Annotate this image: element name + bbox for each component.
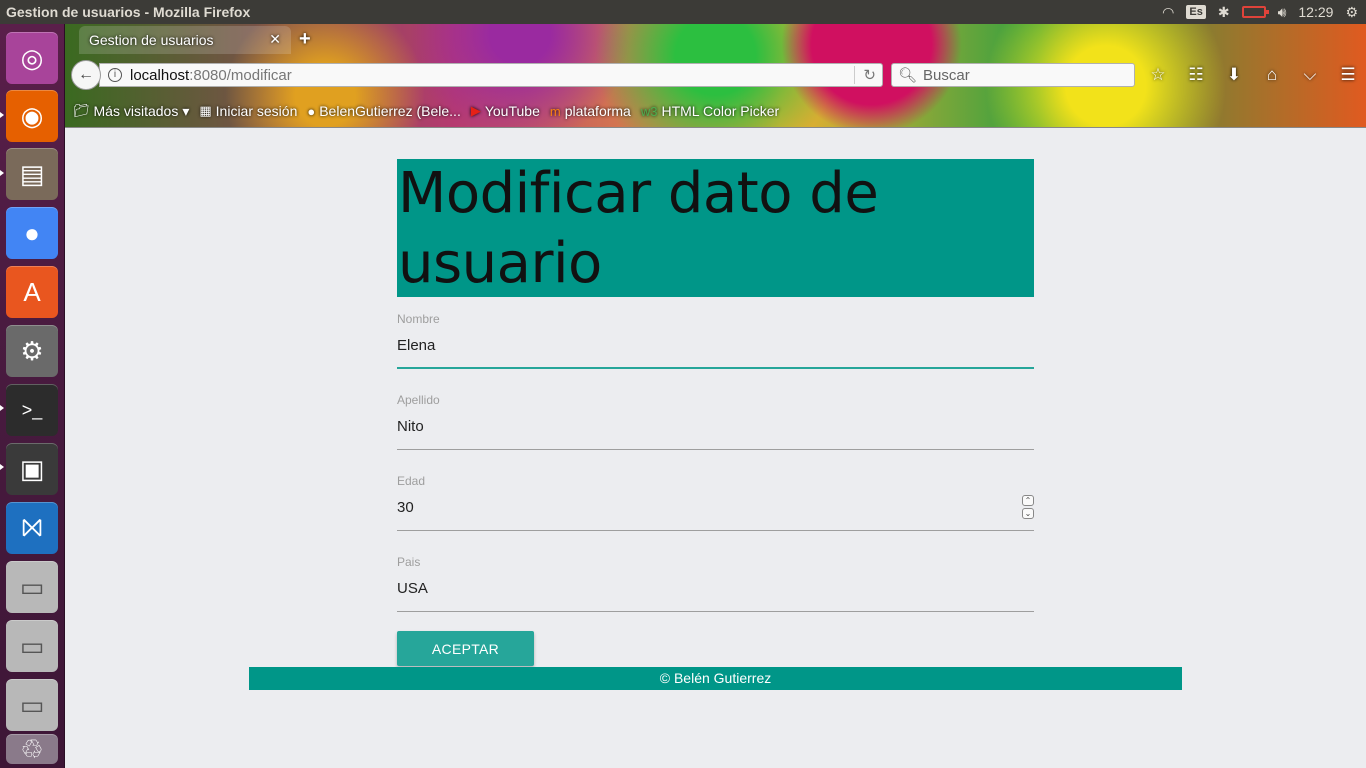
field-label: Nombre (397, 312, 440, 326)
safe-icon[interactable]: ▣ (6, 443, 58, 495)
ubuntu-dash-icon[interactable]: ◎ (6, 32, 58, 84)
tab-title: Gestion de usuarios (89, 32, 214, 48)
field-underline (397, 449, 1034, 450)
field-label: Edad (397, 474, 426, 488)
browser-toolbar: Gestion de usuarios ✕ + i localhost:8080… (65, 24, 1366, 128)
search-input[interactable]: 🔍︎ Buscar (891, 63, 1135, 87)
terminal-icon[interactable]: >_ (6, 384, 58, 436)
drive-icon[interactable]: ▭ (6, 679, 58, 731)
download-icon[interactable]: ⬇ (1223, 64, 1245, 86)
bookmarks-bar: 📁︎ Más visitados ▾ ▦ Iniciar sesión ● BelenG… (73, 100, 779, 122)
system-tray: ◠ Es ✱ 🔊︎ 12:29 ⚙ (1162, 4, 1366, 21)
footer: © Belén Gutierrez (249, 667, 1182, 690)
window-title: Gestion de usuarios - Mozilla Firefox (6, 4, 251, 20)
youtube-icon: ▶ (470, 103, 481, 118)
url-path: :8080/modificar (189, 66, 292, 84)
chevron-down-icon: ▾ (182, 102, 190, 119)
star-icon[interactable]: ☆ (1147, 64, 1169, 86)
info-icon[interactable]: i (108, 68, 122, 82)
field-value[interactable]: Elena (397, 337, 435, 354)
bookmark-plataforma[interactable]: m plataforma (550, 103, 631, 119)
pais-field[interactable]: Pais USA (397, 540, 1034, 621)
edad-field[interactable]: Edad 30 ⌃ ⌄ (397, 459, 1034, 540)
wifi-icon[interactable]: ◠ (1162, 4, 1174, 21)
number-stepper[interactable]: ⌃ ⌄ (1022, 495, 1034, 519)
volume-icon[interactable]: 🔊︎ (1278, 4, 1287, 21)
chevron-up-icon[interactable]: ⌃ (1022, 495, 1034, 506)
page-title: Modificar dato de usuario (397, 159, 1034, 297)
chevron-down-icon[interactable]: ⌄ (1022, 508, 1034, 519)
url-bar[interactable]: i localhost:8080/modificar ↻ (99, 63, 883, 87)
tab-active[interactable]: Gestion de usuarios ✕ (79, 26, 291, 54)
field-label: Pais (397, 555, 421, 569)
apellido-field[interactable]: Apellido Nito (397, 378, 1034, 459)
clock[interactable]: 12:29 (1298, 4, 1333, 20)
pocket-icon[interactable]: ⌵ (1299, 64, 1321, 86)
system-settings-icon[interactable]: ⚙ (6, 325, 58, 377)
drive-icon[interactable]: ▭ (6, 620, 58, 672)
form-container: Modificar dato de usuario Nombre Elena A… (397, 159, 1034, 621)
search-icon: 🔍︎ (898, 67, 918, 84)
battery-icon[interactable] (1241, 6, 1269, 18)
nombre-field[interactable]: Nombre Elena (397, 297, 1034, 378)
bluetooth-icon[interactable]: ✱ (1218, 4, 1230, 21)
reload-icon[interactable]: ↻ (854, 66, 876, 84)
microsoft-icon: ▦ (199, 103, 212, 118)
menu-icon[interactable]: ☰ (1337, 64, 1359, 86)
field-value[interactable]: Nito (397, 418, 424, 435)
bookmark-youtube[interactable]: ▶ YouTube (471, 103, 540, 119)
files-icon[interactable]: ▤ (6, 148, 58, 200)
drive-icon[interactable]: ▭ (6, 561, 58, 613)
url-host: localhost (130, 66, 190, 84)
gear-icon[interactable]: ⚙ (1345, 4, 1358, 21)
folder-icon: 📁︎ (73, 103, 90, 118)
trash-icon[interactable]: ♲ (6, 734, 58, 764)
chrome-icon[interactable]: ● (6, 207, 58, 259)
field-underline (397, 530, 1034, 531)
field-underline (397, 367, 1034, 369)
field-label: Apellido (397, 393, 440, 407)
bookmark-html-color-picker[interactable]: w3 HTML Color Picker (641, 103, 779, 119)
vscode-icon[interactable]: ⨝ (6, 502, 58, 554)
back-button[interactable]: ← (71, 60, 101, 90)
accept-button[interactable]: ACEPTAR (397, 631, 534, 666)
new-tab-button[interactable]: + (299, 28, 311, 51)
search-placeholder: Buscar (923, 66, 970, 84)
top-panel: Gestion de usuarios - Mozilla Firefox ◠ … (0, 0, 1366, 24)
launcher: ◎ ◉ ▤ ● A ⚙ >_ ▣ ⨝ ▭ ▭ ▭ ♲ (0, 24, 65, 768)
toolbar-icons: ☆ ☷ ⬇ ⌂ ⌵ ☰ (1147, 64, 1359, 86)
reading-list-icon[interactable]: ☷ (1185, 64, 1207, 86)
firefox-icon[interactable]: ◉ (6, 90, 58, 142)
back-arrow-icon: ← (78, 66, 94, 83)
w3-icon: w3 (640, 103, 658, 119)
moodle-icon: m (549, 103, 561, 119)
software-center-icon[interactable]: A (6, 266, 58, 318)
close-tab-icon[interactable]: ✕ (269, 31, 281, 48)
field-value[interactable]: 30 (397, 499, 414, 516)
keyboard-layout[interactable]: Es (1186, 5, 1206, 19)
bookmark-mas-visitados[interactable]: 📁︎ Más visitados ▾ (73, 103, 189, 120)
github-icon: ● (307, 103, 316, 119)
bookmark-iniciar-sesion[interactable]: ▦ Iniciar sesión (199, 103, 297, 119)
home-icon[interactable]: ⌂ (1261, 64, 1283, 86)
field-underline (397, 611, 1034, 612)
bookmark-github[interactable]: ● BelenGutierrez (Bele... (307, 103, 460, 119)
field-value[interactable]: USA (397, 580, 428, 597)
navigation-bar: i localhost:8080/modificar ↻ ← 🔍︎ Buscar… (65, 58, 1366, 92)
